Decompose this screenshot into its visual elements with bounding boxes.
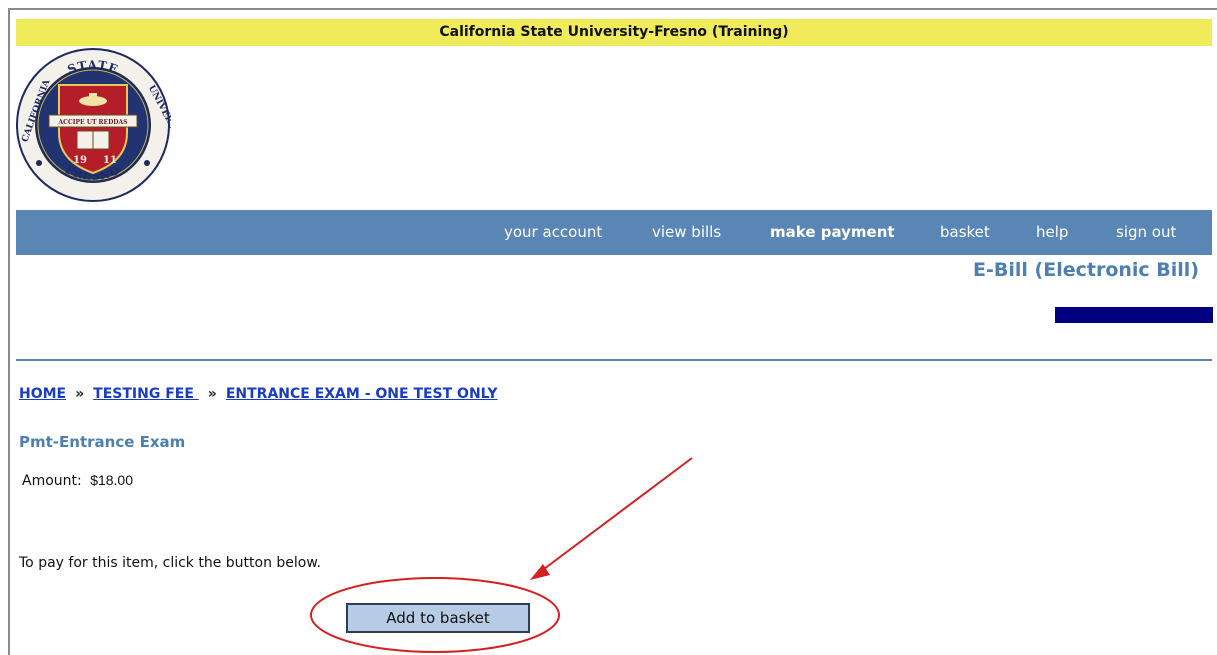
add-to-basket-button[interactable]: Add to basket [346,603,530,633]
item-title: Pmt-Entrance Exam [19,433,186,451]
amount-row: Amount: $18.00 [22,472,133,489]
institution-header: California State University-Fresno (Trai… [16,19,1212,46]
svg-text:19: 19 [73,155,87,166]
payment-instruction: To pay for this item, click the button b… [19,555,321,571]
svg-text:11: 11 [103,155,117,166]
progress-bar [1055,307,1213,323]
university-seal-logo: STATE CALIFORNIA UNIVERSITY FRESNO ACCIP… [16,48,171,202]
nav-your-account[interactable]: your account [504,210,602,255]
nav-help[interactable]: help [1036,210,1068,255]
nav-basket[interactable]: basket [940,210,990,255]
breadcrumb-home-link[interactable]: HOME [19,386,66,402]
nav-make-payment[interactable]: make payment [770,210,895,255]
app-name: E-Bill (Electronic Bill) [973,259,1199,281]
svg-text:ACCIPE UT REDDAS: ACCIPE UT REDDAS [58,119,128,126]
breadcrumb: HOME » TESTING FEE » ENTRANCE EXAM - ONE TE… [19,386,498,402]
amount-label: Amount: [22,473,82,489]
amount-value: $18.00 [90,472,134,488]
section-divider [16,359,1212,361]
breadcrumb-separator: » [75,386,85,402]
institution-title: California State University-Fresno (Trai… [439,24,789,40]
main-navigation: your account view bills make payment bas… [16,210,1212,255]
nav-sign-out[interactable]: sign out [1116,210,1176,255]
nav-view-bills[interactable]: view bills [652,210,721,255]
breadcrumb-testing-fee-link[interactable]: TESTING FEE [93,386,199,402]
breadcrumb-separator: » [207,386,217,402]
breadcrumb-entrance-exam-link[interactable]: ENTRANCE EXAM - ONE TEST ONLY [226,386,498,402]
